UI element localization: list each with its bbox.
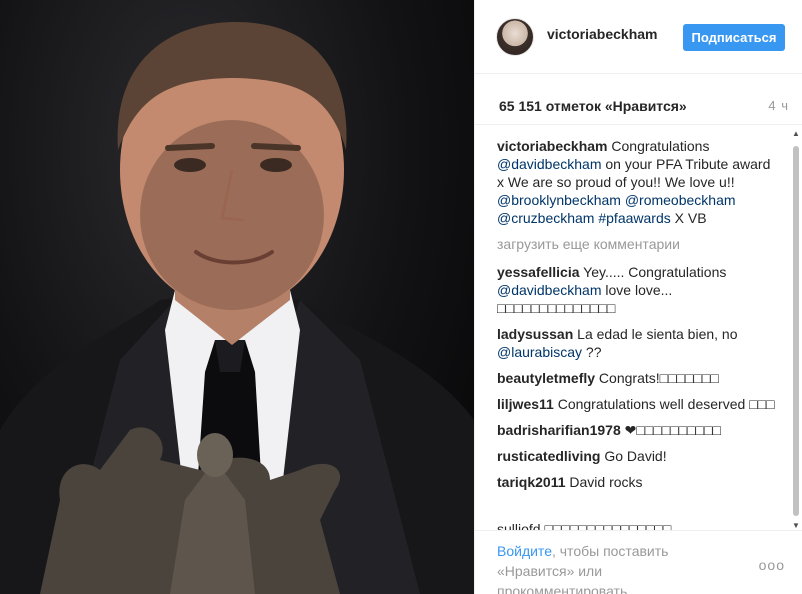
comment-username[interactable]: ladysussan (497, 326, 573, 342)
comment-username[interactable]: liljwes11 (497, 396, 554, 412)
likes-count[interactable]: 65 151 отметок «Нравится» (499, 98, 687, 114)
post-side-panel: victoriabeckham Подписаться 65 151 отмет… (474, 0, 802, 594)
comment-username[interactable]: beautyletmefly (497, 370, 595, 386)
comments-scrollbar[interactable]: ▲ ▼ (790, 130, 802, 530)
comment-text: La edad le sienta bien, no (573, 326, 738, 342)
login-link[interactable]: Войдите (497, 543, 552, 559)
comment-username[interactable]: rusticatedliving (497, 448, 600, 464)
post-photo[interactable] (0, 0, 474, 594)
comment: beautyletmefly Congrats!□□□□□□□ (497, 369, 775, 387)
comment-text: Go David! (600, 448, 667, 464)
login-footer: Войдите, чтобы поставить «Нравится» или … (475, 530, 802, 594)
avatar[interactable] (496, 18, 534, 56)
likes-row: 65 151 отметок «Нравится» 4 ч (499, 98, 789, 114)
post-photo-illustration (0, 22, 474, 594)
mention-link[interactable]: @romeobeckham (625, 192, 736, 208)
comment-text: Congratulations well deserved □□□ (553, 396, 775, 412)
hashtag-link[interactable]: #pfaawards (598, 210, 670, 226)
scroll-up-arrow-icon[interactable]: ▲ (792, 130, 800, 138)
comment: tariqk2011 David rocks (497, 473, 775, 491)
comment-text: ?? (582, 344, 602, 360)
post-header: victoriabeckham Подписаться (475, 0, 802, 74)
scroll-down-arrow-icon[interactable]: ▼ (792, 522, 800, 530)
mention-link[interactable]: @brooklynbeckham (497, 192, 621, 208)
caption: victoriabeckham Congratulations @davidbe… (497, 137, 775, 227)
caption-text: X VB (670, 210, 707, 226)
comments-inner: victoriabeckham Congratulations @davidbe… (497, 137, 775, 499)
partial-comment: sulliofd □□□□□□□□□□□□□□□ (497, 521, 672, 530)
comment-text: Yey..... Congratulations (579, 264, 727, 280)
mention-link[interactable]: @davidbeckham (497, 282, 602, 298)
comments-list[interactable]: victoriabeckham Congratulations @davidbe… (475, 124, 802, 530)
instagram-post: victoriabeckham Подписаться 65 151 отмет… (0, 0, 802, 594)
comment: badrisharifian1978 ❤□□□□□□□□□□ (497, 421, 775, 439)
caption-text: Congratulations (607, 138, 710, 154)
comment-text: ❤□□□□□□□□□□ (620, 422, 721, 438)
follow-button[interactable]: Подписаться (683, 24, 785, 51)
comment: ladysussan La edad le sienta bien, no @l… (497, 325, 775, 361)
mention-link[interactable]: @davidbeckham (497, 156, 602, 172)
comment-text: Congrats!□□□□□□□ (595, 370, 719, 386)
comment-text: David rocks (565, 474, 643, 490)
post-time[interactable]: 4 ч (768, 98, 789, 113)
caption-username[interactable]: victoriabeckham (497, 138, 608, 154)
mention-link[interactable]: @cruzbeckham (497, 210, 594, 226)
comment-username[interactable]: yessafellicia (497, 264, 580, 280)
author-username[interactable]: victoriabeckham (547, 26, 658, 42)
scrollbar-thumb[interactable] (793, 146, 799, 516)
more-options-icon[interactable]: ooo (759, 557, 785, 573)
comment: yessafellicia Yey..... Congratulations @… (497, 263, 775, 317)
login-prompt: Войдите, чтобы поставить «Нравится» или … (497, 541, 717, 594)
mention-link[interactable]: @laurabiscay (497, 344, 582, 360)
load-more-comments[interactable]: загрузить еще комментарии (497, 235, 775, 253)
comment: liljwes11 Congratulations well deserved … (497, 395, 775, 413)
comment-username[interactable]: badrisharifian1978 (497, 422, 621, 438)
comment: rusticatedliving Go David! (497, 447, 775, 465)
comment-username[interactable]: tariqk2011 (497, 474, 566, 490)
